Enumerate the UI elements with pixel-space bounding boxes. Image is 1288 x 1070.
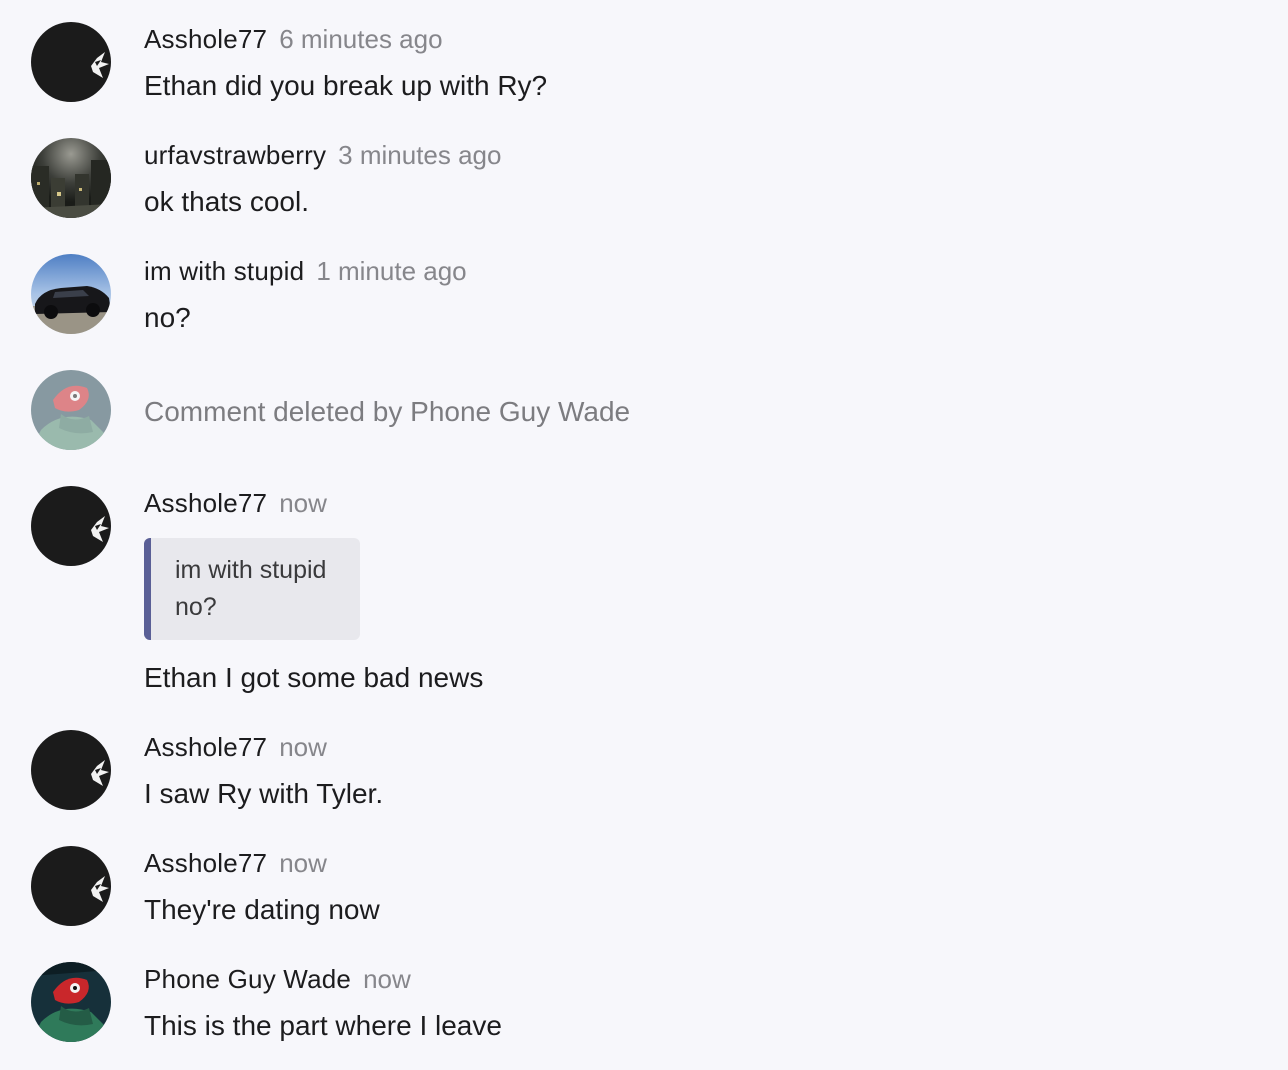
comment-text: ok thats cool. (144, 186, 309, 217)
comment-header: Phone Guy Wade now (144, 961, 411, 997)
timestamp: now (279, 848, 327, 878)
username[interactable]: Asshole77 (144, 488, 267, 518)
timestamp: now (363, 964, 411, 994)
comment-text: Ethan I got some bad news (144, 662, 484, 693)
dark-silhouette-avatar[interactable] (31, 730, 111, 810)
comment-feed: Asshole77 6 minutes ago Ethan did you bre… (0, 0, 1288, 1070)
username[interactable]: Asshole77 (144, 848, 267, 878)
username[interactable]: Phone Guy Wade (144, 964, 351, 994)
timestamp: 3 minutes ago (338, 140, 502, 170)
timestamp: 1 minute ago (316, 256, 467, 286)
comment-text: This is the part where I leave (144, 1010, 502, 1041)
timestamp: now (279, 488, 327, 518)
quoted-text: no? (175, 593, 217, 621)
timestamp: now (279, 732, 327, 762)
comment-text: I saw Ry with Tyler. (144, 778, 384, 809)
dark-silhouette-avatar[interactable] (31, 846, 111, 926)
comment-header: Asshole77 now (144, 845, 327, 881)
comment-header: urfavstrawberry 3 minutes ago (144, 137, 501, 173)
black-car-avatar[interactable] (31, 254, 111, 334)
username[interactable]: Asshole77 (144, 24, 267, 54)
username[interactable]: urfavstrawberry (144, 140, 326, 170)
comment-text: Ethan did you break up with Ry? (144, 70, 548, 101)
dark-silhouette-avatar[interactable] (31, 22, 111, 102)
comment-text: They're dating now (144, 894, 380, 925)
comment-text: no? (144, 302, 191, 333)
dark-silhouette-avatar[interactable] (31, 486, 111, 566)
quoted-username: im with stupid (175, 556, 327, 584)
red-creature-avatar-faded[interactable] (31, 370, 111, 450)
comment-header: Asshole77 6 minutes ago (144, 21, 443, 57)
comment-header: im with stupid 1 minute ago (144, 253, 467, 289)
night-street-avatar[interactable] (31, 138, 111, 218)
comment-header: Asshole77 now (144, 485, 327, 521)
quoted-reply[interactable]: im with stupid no? (144, 538, 360, 640)
username[interactable]: Asshole77 (144, 732, 267, 762)
comment-header: Asshole77 now (144, 729, 327, 765)
timestamp: 6 minutes ago (279, 24, 443, 54)
deleted-comment-notice: Comment deleted by Phone Guy Wade (144, 396, 631, 427)
username[interactable]: im with stupid (144, 256, 304, 286)
red-creature-avatar[interactable] (31, 962, 111, 1042)
